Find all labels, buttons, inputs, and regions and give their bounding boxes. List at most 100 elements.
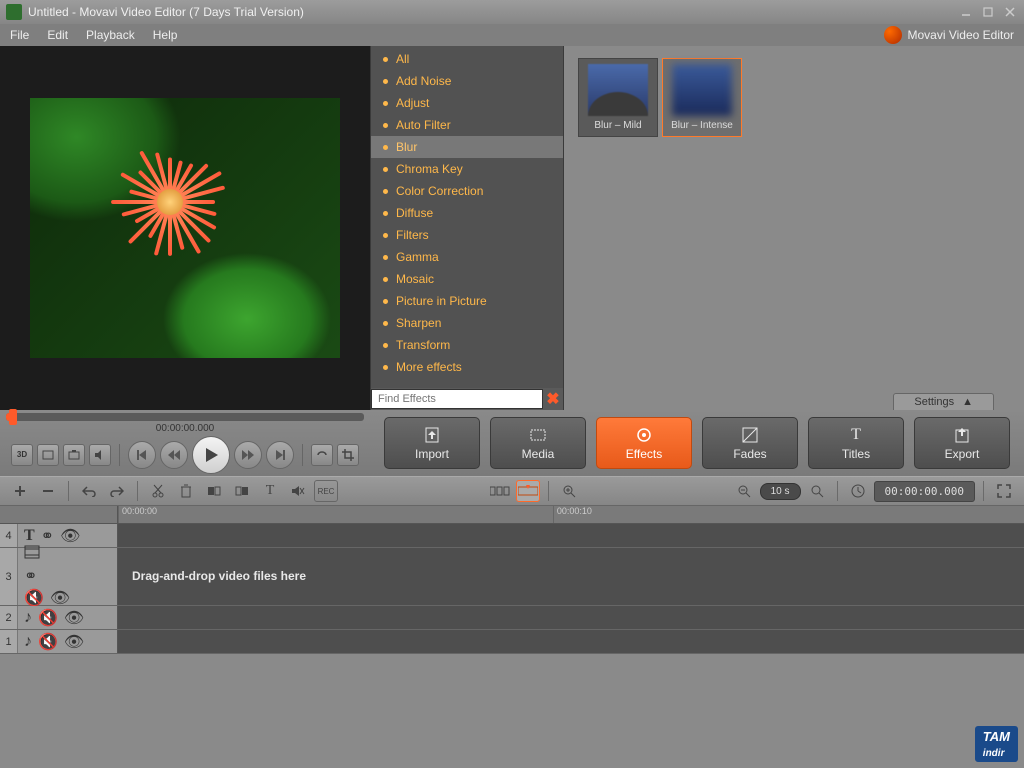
menu-edit[interactable]: Edit — [47, 28, 68, 42]
tab-effects[interactable]: Effects — [596, 417, 692, 469]
effect-category-label: Blur — [396, 140, 417, 154]
tab-media[interactable]: Media — [490, 417, 586, 469]
cut-button[interactable] — [146, 480, 170, 502]
effect-category-item[interactable]: Sharpen — [371, 312, 563, 334]
aspect-button[interactable] — [37, 444, 59, 466]
insert-title-button[interactable]: T — [258, 480, 282, 502]
view-3d-button[interactable]: 3D — [11, 444, 33, 466]
visibility-icon[interactable]: 👁 — [64, 608, 84, 628]
effect-category-item[interactable]: Mosaic — [371, 268, 563, 290]
effect-thumbnail[interactable]: Blur – Intense — [662, 58, 742, 137]
effect-category-label: Auto Filter — [396, 118, 451, 132]
crop-button[interactable] — [337, 444, 359, 466]
effect-category-item[interactable]: Chroma Key — [371, 158, 563, 180]
thumbnail-image — [672, 64, 732, 116]
zoom-fit-button[interactable] — [805, 480, 829, 502]
bullet-icon — [383, 123, 388, 128]
track-lane[interactable] — [118, 630, 1024, 653]
volume-button[interactable] — [89, 444, 111, 466]
add-button[interactable] — [8, 480, 32, 502]
tab-import[interactable]: Import — [384, 417, 480, 469]
fades-icon — [741, 425, 759, 445]
zoom-level[interactable]: 10 s — [760, 483, 801, 500]
visibility-icon[interactable]: 👁 — [50, 588, 70, 608]
split-right-button[interactable] — [230, 480, 254, 502]
preview-timecode: 00:00:00.000 — [156, 423, 214, 434]
track-header[interactable]: 4 T⚭👁 — [0, 524, 118, 547]
trash-button[interactable] — [174, 480, 198, 502]
bullet-icon — [383, 211, 388, 216]
maximize-button[interactable] — [980, 5, 996, 19]
title-bar: Untitled - Movavi Video Editor (7 Days T… — [0, 0, 1024, 24]
track-header[interactable]: 2 ♪🔇👁 — [0, 606, 118, 629]
effects-icon — [635, 425, 653, 445]
zoom-out-button[interactable] — [732, 480, 756, 502]
track-header[interactable]: 3 ⚭ 🔇👁 — [0, 548, 118, 605]
split-left-button[interactable] — [202, 480, 226, 502]
effect-category-item[interactable]: Color Correction — [371, 180, 563, 202]
settings-toggle[interactable]: Settings ▲ — [893, 393, 994, 410]
minimize-button[interactable] — [958, 5, 974, 19]
remove-button[interactable] — [36, 480, 60, 502]
close-button[interactable] — [1002, 5, 1018, 19]
effect-category-label: More effects — [396, 360, 462, 374]
timeline-track: 1 ♪🔇👁 — [0, 630, 1024, 654]
play-button[interactable] — [192, 436, 230, 474]
track-lane[interactable]: Drag-and-drop video files here — [118, 548, 1024, 605]
skip-end-button[interactable] — [266, 441, 294, 469]
effect-category-item[interactable]: Blur — [371, 136, 563, 158]
fullscreen-button[interactable] — [992, 480, 1016, 502]
effect-category-label: Sharpen — [396, 316, 441, 330]
loop-button[interactable] — [311, 444, 333, 466]
record-button[interactable]: REC — [314, 480, 338, 502]
effect-category-item[interactable]: Filters — [371, 224, 563, 246]
tab-titles[interactable]: TTitles — [808, 417, 904, 469]
find-effects-input[interactable] — [371, 389, 543, 409]
skip-start-button[interactable] — [128, 441, 156, 469]
link-icon[interactable]: ⚭ — [24, 566, 37, 586]
menu-file[interactable]: File — [10, 28, 29, 42]
rewind-button[interactable] — [160, 441, 188, 469]
bullet-icon — [383, 189, 388, 194]
mute-icon[interactable]: 🔇 — [38, 608, 58, 628]
timeline-ruler[interactable]: 00:00:0000:00:10 — [0, 506, 1024, 524]
menu-help[interactable]: Help — [153, 28, 178, 42]
link-icon[interactable]: ⚭ — [41, 526, 54, 546]
effect-category-item[interactable]: Add Noise — [371, 70, 563, 92]
effect-category-item[interactable]: All — [371, 48, 563, 70]
mute-icon[interactable]: 🔇 — [38, 632, 58, 652]
effect-category-item[interactable]: Auto Filter — [371, 114, 563, 136]
track-type-icon — [24, 545, 40, 564]
undo-button[interactable] — [77, 480, 101, 502]
mute-icon[interactable]: 🔇 — [24, 588, 44, 608]
mute-track-button[interactable] — [286, 480, 310, 502]
preview-progress[interactable] — [6, 413, 364, 421]
window-title: Untitled - Movavi Video Editor (7 Days T… — [28, 5, 304, 19]
effect-category-item[interactable]: More effects — [371, 356, 563, 378]
storyboard-view-button[interactable] — [488, 480, 512, 502]
effect-thumbnail[interactable]: Blur – Mild — [578, 58, 658, 137]
effect-category-item[interactable]: Adjust — [371, 92, 563, 114]
menu-playback[interactable]: Playback — [86, 28, 135, 42]
effect-category-label: Gamma — [396, 250, 439, 264]
tab-fades[interactable]: Fades — [702, 417, 798, 469]
visibility-icon[interactable]: 👁 — [64, 632, 84, 652]
effect-category-item[interactable]: Picture in Picture — [371, 290, 563, 312]
effect-category-label: Mosaic — [396, 272, 434, 286]
track-lane[interactable] — [118, 524, 1024, 547]
timeline-view-button[interactable] — [516, 480, 540, 502]
forward-button[interactable] — [234, 441, 262, 469]
effect-category-item[interactable]: Diffuse — [371, 202, 563, 224]
tab-export[interactable]: Export — [914, 417, 1010, 469]
snapshot-button[interactable] — [63, 444, 85, 466]
timeline-track: 2 ♪🔇👁 — [0, 606, 1024, 630]
effect-category-label: Chroma Key — [396, 162, 463, 176]
effect-category-item[interactable]: Transform — [371, 334, 563, 356]
redo-button[interactable] — [105, 480, 129, 502]
effect-category-item[interactable]: Gamma — [371, 246, 563, 268]
track-header[interactable]: 1 ♪🔇👁 — [0, 630, 118, 653]
track-lane[interactable] — [118, 606, 1024, 629]
visibility-icon[interactable]: 👁 — [60, 526, 80, 546]
clear-search-icon[interactable]: ✖ — [543, 389, 563, 409]
zoom-in-button[interactable] — [557, 480, 581, 502]
